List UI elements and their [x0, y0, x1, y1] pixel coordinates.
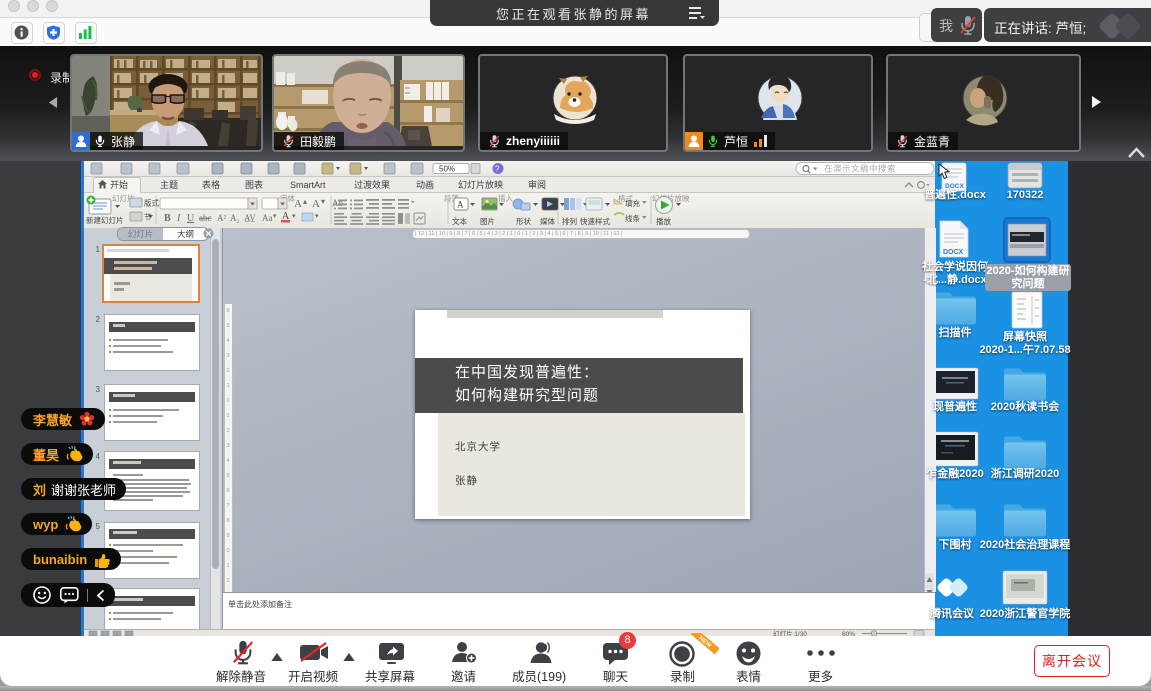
svg-text:A²: A²: [217, 213, 226, 223]
svg-text:A: A: [294, 198, 302, 210]
svg-text:▾: ▾: [315, 213, 319, 220]
svg-text:图片: 图片: [480, 216, 495, 226]
svg-text:线条: 线条: [625, 213, 640, 223]
svg-text:B: B: [164, 213, 171, 224]
svg-text:A: A: [312, 198, 320, 210]
svg-text:节: 节: [144, 213, 152, 222]
svg-text:abc: abc: [199, 213, 212, 223]
svg-text:在演示文稿中搜索: 在演示文稿中搜索: [824, 164, 896, 174]
svg-text:▾: ▾: [273, 212, 277, 220]
svg-text:播放: 播放: [656, 216, 671, 226]
svg-text:?: ?: [495, 165, 500, 174]
svg-text:形状: 形状: [516, 216, 531, 226]
svg-text:A̲V̲: A̲V̲: [244, 213, 256, 223]
svg-text:A: A: [457, 200, 464, 210]
svg-text:Aa: Aa: [262, 213, 273, 223]
svg-text:50%: 50%: [439, 165, 455, 174]
svg-text:U: U: [187, 213, 195, 224]
svg-text:填充: 填充: [625, 198, 640, 208]
svg-text:▴: ▴: [303, 197, 307, 206]
svg-text:媒体: 媒体: [540, 216, 555, 226]
svg-text:快速样式: 快速样式: [580, 216, 610, 226]
svg-text:▾: ▾: [321, 197, 325, 206]
svg-text:DOCX: DOCX: [943, 249, 964, 256]
svg-text:文本: 文本: [452, 216, 467, 226]
svg-text:I: I: [176, 213, 181, 224]
svg-text:排列: 排列: [562, 216, 577, 226]
svg-text:版式: 版式: [144, 198, 159, 208]
svg-text:新建幻灯片: 新建幻灯片: [86, 215, 124, 225]
svg-text:A₂: A₂: [230, 213, 240, 223]
svg-text:▾: ▾: [292, 213, 296, 220]
